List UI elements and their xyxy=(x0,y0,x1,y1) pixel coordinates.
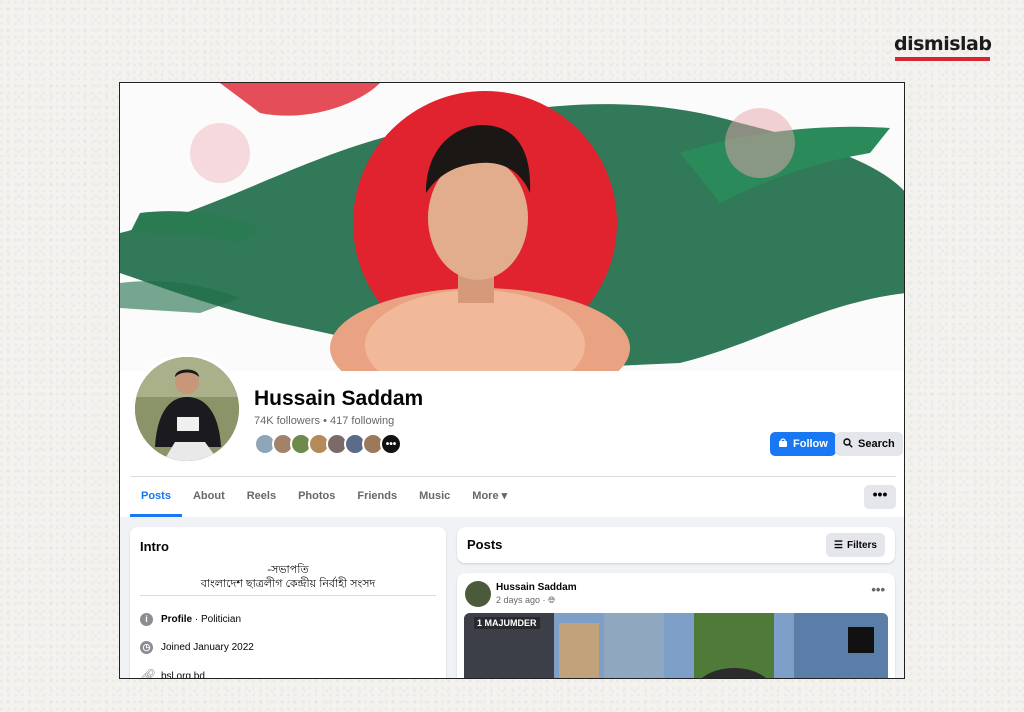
follow-button[interactable]: Follow xyxy=(770,432,836,456)
tab-music[interactable]: Music xyxy=(408,479,461,517)
post-author-avatar[interactable] xyxy=(465,581,491,607)
tab-reels[interactable]: Reels xyxy=(236,479,287,517)
search-button[interactable]: Search xyxy=(835,432,903,456)
post-options-icon[interactable]: ••• xyxy=(871,582,885,597)
profile-label: Profile xyxy=(161,614,193,625)
info-icon: i xyxy=(140,613,153,626)
search-label: Search xyxy=(858,438,895,450)
profile-name: Hussain Saddam xyxy=(254,387,424,410)
post-timestamp[interactable]: 2 days ago · 🌐︎ xyxy=(496,595,555,606)
joined-row: ◷ Joined January 2022 xyxy=(140,641,254,654)
mutual-friends-avatars[interactable]: ••• xyxy=(254,433,402,455)
cover-photo xyxy=(120,83,904,371)
intro-divider xyxy=(140,595,436,596)
bio-line-2: বাংলাদেশ ছাত্রলীগ কেন্দ্রীয় নির্বাহী সং… xyxy=(200,578,376,590)
more-options-button[interactable]: ••• xyxy=(864,485,896,509)
clock-icon: ◷ xyxy=(140,641,153,654)
joined-text: Joined January 2022 xyxy=(161,642,254,653)
dismislab-logo: dismislab xyxy=(894,33,992,55)
tab-more[interactable]: More ▾ xyxy=(461,479,518,517)
header-divider xyxy=(130,476,896,477)
posts-header-card: Posts ☰ Filters xyxy=(457,527,895,563)
globe-icon: 🌐︎ xyxy=(548,595,556,605)
profile-picture[interactable] xyxy=(132,354,242,464)
filters-label: Filters xyxy=(846,539,877,551)
tab-about[interactable]: About xyxy=(182,479,236,517)
post-image[interactable]: 1 MAJUMDER xyxy=(464,613,888,678)
post-author-name[interactable]: Hussain Saddam xyxy=(496,582,577,593)
follow-label: Follow xyxy=(793,438,828,450)
facebook-profile-screenshot: Hussain Saddam 74K followers • 417 follo… xyxy=(119,82,905,679)
search-icon xyxy=(843,437,853,451)
profile-tabs: Posts About Reels Photos Friends Music M… xyxy=(130,479,518,517)
website-link[interactable]: bsl.org.bd xyxy=(161,671,205,679)
post-image-caption: 1 MAJUMDER xyxy=(474,617,540,629)
logo-underline xyxy=(895,57,990,61)
filter-icon: ☰ xyxy=(834,539,843,551)
tab-posts[interactable]: Posts xyxy=(130,479,182,517)
intro-card: Intro -সভাপতি বাংলাদেশ ছাত্রলীগ কেন্দ্রী… xyxy=(130,527,446,679)
tab-photos[interactable]: Photos xyxy=(287,479,346,517)
profile-category: · Politician xyxy=(192,614,242,625)
tab-friends[interactable]: Friends xyxy=(346,479,408,517)
more-friends-icon[interactable]: ••• xyxy=(380,433,402,455)
profile-category-row: i Profile · Politician xyxy=(140,613,241,626)
intro-title: Intro xyxy=(140,539,169,554)
link-icon: 🔗︎ xyxy=(140,668,157,679)
filters-button[interactable]: ☰ Filters xyxy=(826,533,885,557)
website-row[interactable]: 🔗︎ bsl.org.bd xyxy=(140,668,205,679)
follower-count[interactable]: 74K followers • 417 following xyxy=(254,415,394,427)
posts-title: Posts xyxy=(467,537,503,552)
post-card: Hussain Saddam 2 days ago · 🌐︎ ••• 1 MAJ… xyxy=(457,573,895,678)
follow-icon xyxy=(778,437,788,451)
